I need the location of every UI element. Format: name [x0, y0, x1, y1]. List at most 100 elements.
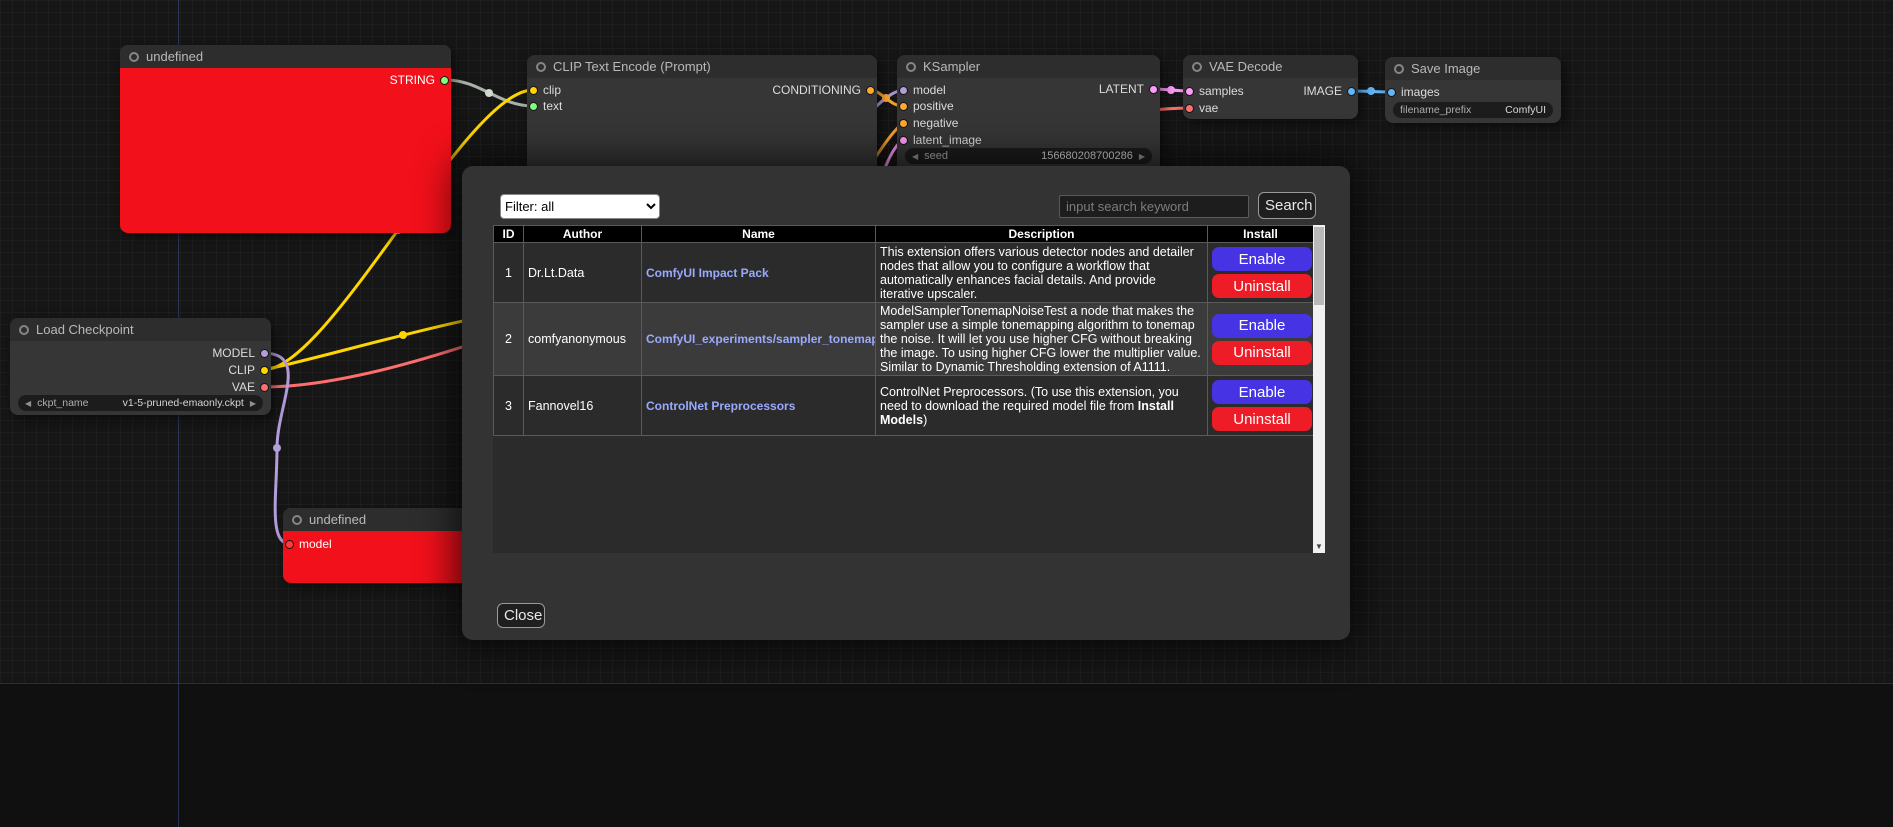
node-title: VAE Decode — [1209, 59, 1282, 74]
input-port-samples[interactable]: samples — [1185, 84, 1244, 98]
node-title-bar[interactable]: VAE Decode — [1183, 55, 1358, 78]
decrease-arrow-icon[interactable]: ◀ — [25, 399, 31, 408]
port-dot[interactable] — [529, 86, 538, 95]
output-port-string[interactable]: STRING — [390, 73, 449, 87]
uninstall-button[interactable]: Uninstall — [1212, 274, 1312, 298]
input-port-latent-image[interactable]: latent_image — [899, 133, 982, 147]
table-row: 3 Fannovel16 ControlNet Preprocessors Co… — [494, 376, 1314, 436]
port-label: model — [299, 537, 332, 551]
scrollbar[interactable]: ▼ — [1313, 225, 1325, 553]
scroll-down-arrow-icon[interactable]: ▼ — [1313, 540, 1325, 553]
port-dot[interactable] — [1387, 88, 1396, 97]
port-dot[interactable] — [899, 102, 908, 111]
cell-author: Dr.Lt.Data — [524, 243, 642, 303]
output-port-vae[interactable]: VAE — [232, 380, 269, 394]
port-dot[interactable] — [899, 136, 908, 145]
port-label: text — [543, 99, 562, 113]
output-port-model[interactable]: MODEL — [212, 346, 269, 360]
port-dot[interactable] — [1185, 87, 1194, 96]
enable-button[interactable]: Enable — [1212, 247, 1312, 271]
port-dot[interactable] — [899, 86, 908, 95]
port-dot[interactable] — [1347, 87, 1356, 96]
node-undefined-top[interactable]: undefined STRING — [120, 45, 451, 233]
input-port-negative[interactable]: negative — [899, 116, 958, 130]
port-dot[interactable] — [899, 119, 908, 128]
node-load-checkpoint[interactable]: Load Checkpoint MODEL CLIP VAE ◀ ckpt_na… — [10, 318, 271, 415]
cell-install: Enable Uninstall — [1208, 376, 1314, 436]
ckpt-name-widget[interactable]: ◀ ckpt_name v1-5-pruned-emaonly.ckpt ▶ — [18, 395, 263, 411]
search-button[interactable]: Search — [1258, 192, 1316, 219]
cell-install: Enable Uninstall — [1208, 303, 1314, 376]
cell-id: 2 — [494, 303, 524, 376]
node-title-bar[interactable]: Save Image — [1385, 57, 1561, 80]
table-header-row: ID Author Name Description Install — [494, 226, 1314, 243]
uninstall-button[interactable]: Uninstall — [1212, 341, 1312, 365]
port-dot[interactable] — [1149, 85, 1158, 94]
filename-prefix-widget[interactable]: filename_prefix ComfyUI — [1393, 102, 1553, 118]
cell-description: This extension offers various detector n… — [876, 243, 1208, 303]
table-row: 1 Dr.Lt.Data ComfyUI Impact Pack This ex… — [494, 243, 1314, 303]
link-midpoint-dot — [399, 331, 407, 339]
collapse-dot-icon[interactable] — [129, 52, 139, 62]
port-label: latent_image — [913, 133, 982, 147]
node-title-bar[interactable]: CLIP Text Encode (Prompt) — [527, 55, 877, 78]
output-port-image[interactable]: IMAGE — [1303, 84, 1356, 98]
collapse-dot-icon[interactable] — [536, 62, 546, 72]
node-title-bar[interactable]: undefined — [283, 508, 483, 531]
increase-arrow-icon[interactable]: ▶ — [250, 399, 256, 408]
scrollbar-thumb[interactable] — [1314, 227, 1324, 305]
widget-label: ckpt_name — [37, 397, 88, 409]
extension-link[interactable]: ControlNet Preprocessors — [646, 399, 795, 413]
extension-link[interactable]: ComfyUI_experiments/sampler_tonemap — [646, 332, 876, 346]
port-dot[interactable] — [260, 383, 269, 392]
link-midpoint-dot — [273, 444, 281, 452]
port-dot[interactable] — [440, 76, 449, 85]
node-undefined-bottom[interactable]: undefined model — [283, 508, 483, 583]
output-port-clip[interactable]: CLIP — [228, 363, 269, 377]
input-port-model[interactable]: model — [899, 83, 946, 97]
port-dot[interactable] — [529, 102, 538, 111]
node-title-bar[interactable]: undefined — [120, 45, 451, 68]
node-title-bar[interactable]: Load Checkpoint — [10, 318, 271, 341]
collapse-dot-icon[interactable] — [292, 515, 302, 525]
port-dot[interactable] — [260, 349, 269, 358]
seed-widget[interactable]: ◀ seed 156680208700286 ▶ — [905, 148, 1152, 164]
port-dot[interactable] — [285, 540, 294, 549]
port-dot[interactable] — [260, 366, 269, 375]
increase-arrow-icon[interactable]: ▶ — [1139, 152, 1145, 161]
port-dot[interactable] — [1185, 104, 1194, 113]
node-save-image[interactable]: Save Image images filename_prefix ComfyU… — [1385, 57, 1561, 123]
comfyui-canvas[interactable]: undefined STRING CLIP Text Encode (Promp… — [0, 0, 1893, 827]
port-dot[interactable] — [866, 86, 875, 95]
enable-button[interactable]: Enable — [1212, 314, 1312, 338]
search-input[interactable] — [1059, 195, 1249, 218]
collapse-dot-icon[interactable] — [19, 325, 29, 335]
input-port-text[interactable]: text — [529, 99, 562, 113]
node-vae-decode[interactable]: VAE Decode samples vae IMAGE — [1183, 55, 1358, 119]
output-port-latent[interactable]: LATENT — [1099, 82, 1158, 96]
port-label: VAE — [232, 380, 255, 394]
decrease-arrow-icon[interactable]: ◀ — [912, 152, 918, 161]
collapse-dot-icon[interactable] — [906, 62, 916, 72]
widget-value: ComfyUI — [1505, 104, 1546, 116]
uninstall-button[interactable]: Uninstall — [1212, 407, 1312, 431]
port-label: IMAGE — [1303, 84, 1342, 98]
port-label: MODEL — [212, 346, 255, 360]
node-title-bar[interactable]: KSampler — [897, 55, 1160, 78]
input-port-clip[interactable]: clip — [529, 83, 561, 97]
link-midpoint-dot — [485, 89, 493, 97]
input-port-model[interactable]: model — [285, 537, 332, 551]
output-port-conditioning[interactable]: CONDITIONING — [772, 83, 875, 97]
cell-description: ModelSamplerTonemapNoiseTest a node that… — [876, 303, 1208, 376]
input-port-vae[interactable]: vae — [1185, 101, 1218, 115]
extension-link[interactable]: ComfyUI Impact Pack — [646, 266, 769, 280]
port-label: positive — [913, 99, 954, 113]
close-button[interactable]: Close — [497, 603, 545, 628]
input-port-images[interactable]: images — [1387, 85, 1440, 99]
cell-description: ControlNet Preprocessors. (To use this e… — [876, 376, 1208, 436]
enable-button[interactable]: Enable — [1212, 380, 1312, 404]
collapse-dot-icon[interactable] — [1192, 62, 1202, 72]
collapse-dot-icon[interactable] — [1394, 64, 1404, 74]
input-port-positive[interactable]: positive — [899, 99, 954, 113]
filter-select[interactable]: Filter: all — [500, 194, 660, 219]
